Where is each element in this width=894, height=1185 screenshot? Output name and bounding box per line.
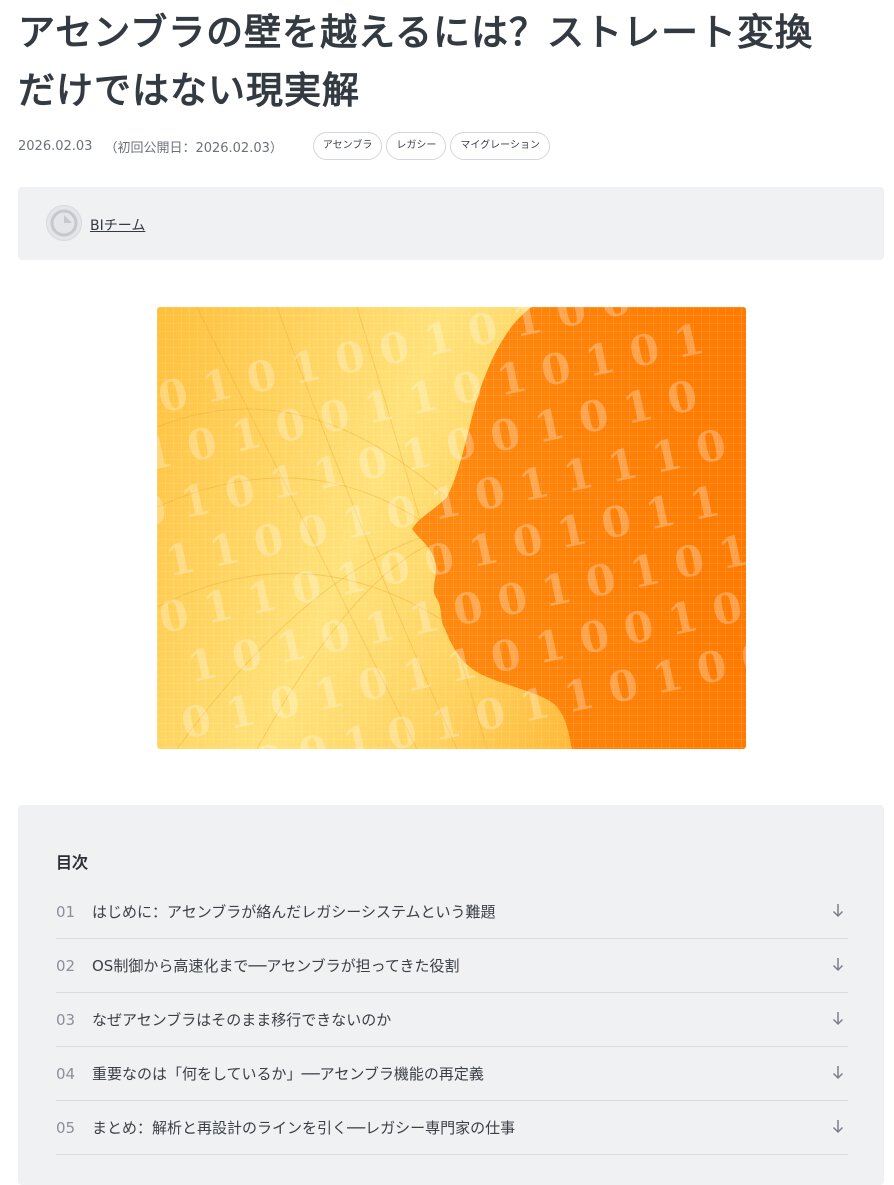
article-meta: 2026.02.03 （初回公開日：2026.02.03） アセンブラ レガシー… bbox=[18, 130, 554, 162]
arrow-down-icon bbox=[832, 1066, 844, 1080]
article-title: アセンブラの壁を越えるには？ストレート変換 だけではない現実解 bbox=[18, 4, 880, 120]
tag-assembler[interactable]: アセンブラ bbox=[312, 132, 383, 160]
tag-list: アセンブラ レガシー マイグレーション bbox=[312, 132, 554, 160]
hero-image: 0010100101001101001101010101011010010101… bbox=[157, 307, 746, 749]
binary-face-illustration: 0010100101001101001101010101011010010101… bbox=[157, 307, 746, 749]
toc-item-label: OS制御から高速化まで──アセンブラが担ってきた役割 bbox=[92, 957, 460, 975]
toc-item-number: 02 bbox=[56, 956, 76, 975]
toc-item-number: 03 bbox=[56, 1010, 76, 1029]
toc-item-label: なぜアセンブラはそのまま移行できないのか bbox=[92, 1011, 392, 1029]
tag-legacy[interactable]: レガシー bbox=[386, 132, 447, 160]
avatar[interactable] bbox=[46, 205, 82, 241]
article-title-line2: だけではない現実解 bbox=[18, 69, 360, 112]
arrow-down-icon bbox=[832, 1120, 844, 1134]
author-box: BIチーム bbox=[18, 187, 884, 260]
arrow-down-icon bbox=[832, 1012, 844, 1026]
toc-item-number: 01 bbox=[56, 902, 76, 921]
toc-item[interactable]: 04 重要なのは「何をしているか」──アセンブラ機能の再定義 bbox=[56, 1047, 848, 1101]
toc-item-label: 重要なのは「何をしているか」──アセンブラ機能の再定義 bbox=[92, 1065, 484, 1083]
toc-item[interactable]: 02 OS制御から高速化まで──アセンブラが担ってきた役割 bbox=[56, 939, 848, 993]
toc-item-label: まとめ：解析と再設計のラインを引く──レガシー専門家の仕事 bbox=[92, 1119, 516, 1137]
toc-item[interactable]: 05 まとめ：解析と再設計のラインを引く──レガシー専門家の仕事 bbox=[56, 1101, 848, 1155]
toc-item[interactable]: 03 なぜアセンブラはそのまま移行できないのか bbox=[56, 993, 848, 1047]
first-published-date: （初回公開日：2026.02.03） bbox=[104, 140, 283, 156]
toc-list: 01 はじめに：アセンブラが絡んだレガシーシステムという難題 02 OS制御から… bbox=[56, 885, 848, 1155]
table-of-contents: 目次 01 はじめに：アセンブラが絡んだレガシーシステムという難題 02 OS制… bbox=[18, 805, 884, 1185]
article-title-line1: アセンブラの壁を越えるには？ストレート変換 bbox=[18, 11, 814, 54]
toc-item-label: はじめに：アセンブラが絡んだレガシーシステムという難題 bbox=[92, 903, 496, 921]
article-page: アセンブラの壁を越えるには？ストレート変換 だけではない現実解 2026.02.… bbox=[0, 0, 894, 1185]
avatar-logo-icon bbox=[50, 209, 78, 237]
publish-date: 2026.02.03 bbox=[18, 138, 93, 154]
author-name-link[interactable]: BIチーム bbox=[90, 215, 145, 235]
toc-item-number: 05 bbox=[56, 1118, 76, 1137]
toc-item-number: 04 bbox=[56, 1064, 76, 1083]
arrow-down-icon bbox=[832, 958, 844, 972]
toc-title: 目次 bbox=[56, 853, 89, 872]
arrow-down-icon bbox=[832, 904, 844, 918]
toc-item[interactable]: 01 はじめに：アセンブラが絡んだレガシーシステムという難題 bbox=[56, 885, 848, 939]
tag-migration[interactable]: マイグレーション bbox=[450, 132, 550, 160]
